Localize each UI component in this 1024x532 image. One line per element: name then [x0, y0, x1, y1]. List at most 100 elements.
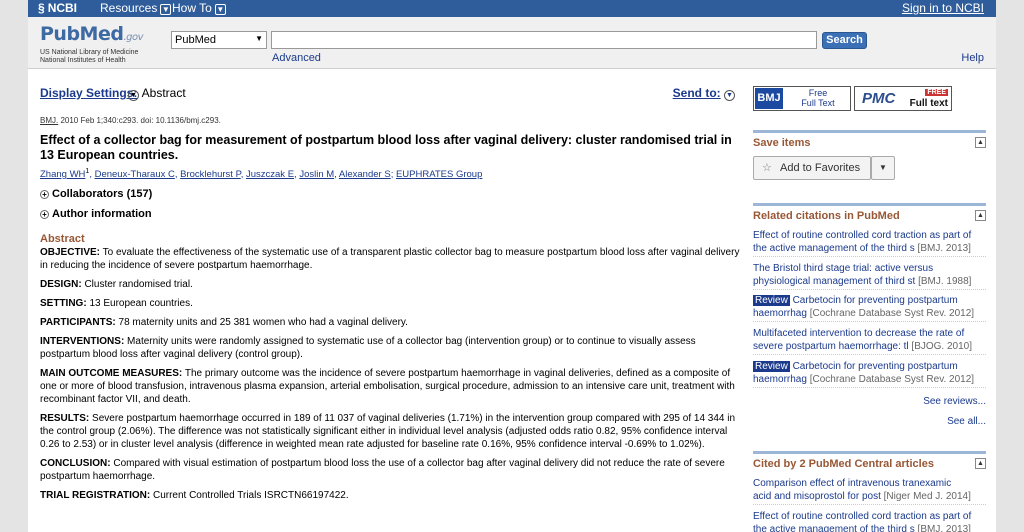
chevron-down-icon: ▼ — [214, 4, 226, 15]
author-link[interactable]: Zhang WH — [40, 169, 85, 180]
add-to-favorites-button[interactable]: ☆ Add to Favorites — [753, 156, 871, 180]
chevron-down-icon: ▼ — [724, 90, 735, 101]
author-affiliation-sup: 1 — [85, 168, 90, 175]
cited-by-header[interactable]: Cited by 2 PubMed Central articles ▲ — [753, 451, 986, 470]
ncbi-top-bar: § NCBI Resources ▼ How To ▼ Sign in to NCBI — [28, 0, 996, 17]
journal-link[interactable]: BMJ. — [40, 116, 58, 125]
abstract-section: MAIN OUTCOME MEASURES: The primary outco… — [40, 367, 745, 406]
plus-icon: + — [40, 210, 49, 219]
bmj-badge-text: Free Full Text — [788, 88, 848, 108]
see-reviews-link[interactable]: See reviews... — [923, 396, 986, 407]
cited-by-item[interactable]: Comparison effect of intravenous tranexa… — [753, 477, 986, 505]
favorites-dropdown-button[interactable]: ▼ — [871, 156, 895, 180]
related-citations-header[interactable]: Related citations in PubMed ▲ — [753, 203, 986, 222]
related-citation-item[interactable]: Effect of routine controlled cord tracti… — [753, 229, 986, 257]
howto-menu[interactable]: How To ▼ — [172, 1, 226, 15]
abstract-section-label: DESIGN: — [40, 279, 82, 290]
nlm-line2: National Institutes of Health — [40, 57, 126, 64]
cited-source: [BMJ. 2013] — [917, 524, 971, 532]
chevron-down-icon: ▼ — [160, 4, 172, 15]
abstract-section: RESULTS: Severe postpartum haemorrhage o… — [40, 412, 745, 451]
author-link[interactable]: Joslin M — [299, 169, 334, 180]
related-citation-item[interactable]: Review Carbetocin for preventing postpar… — [753, 360, 986, 388]
author-info-expander[interactable]: + Author information — [40, 208, 152, 220]
review-badge: Review — [753, 295, 790, 306]
cited-by-item[interactable]: Effect of routine controlled cord tracti… — [753, 510, 986, 532]
abstract-section-text: To evaluate the effectiveness of the sys… — [40, 247, 740, 271]
related-citations-title: Related citations in PubMed — [753, 210, 900, 222]
caret-down-icon: ▼ — [879, 163, 887, 172]
author-list: Zhang WH1, Deneux-Tharaux C, Brocklehurs… — [40, 168, 483, 181]
related-line2: the active management of the third s — [753, 243, 915, 254]
database-value: PubMed — [175, 34, 216, 46]
citation-line: BMJ. 2010 Feb 1;340:c293. doi: 10.1136/b… — [40, 116, 221, 125]
advanced-search-link[interactable]: Advanced — [272, 52, 321, 64]
related-line2: haemorrhag — [753, 374, 807, 385]
abstract-section: SETTING: 13 European countries. — [40, 297, 745, 310]
nlm-line1: US National Library of Medicine — [40, 49, 139, 56]
send-to-menu[interactable]: Send to: ▼ — [673, 86, 735, 101]
abstract-section-text: 13 European countries. — [86, 298, 193, 309]
related-citation-item[interactable]: Multifaceted intervention to decrease th… — [753, 327, 986, 355]
dropdown-arrow-icon: ▼ — [255, 34, 263, 43]
bmj-logo: BMJ — [755, 88, 783, 109]
related-citation-item[interactable]: Review Carbetocin for preventing postpar… — [753, 294, 986, 322]
pubmed-logo-text: PubMed — [40, 23, 124, 45]
pmc-fulltext-label: Full text — [909, 98, 948, 109]
search-input[interactable] — [271, 31, 817, 49]
save-items-header[interactable]: Save items ▲ — [753, 130, 986, 149]
related-source: [BJOG. 2010] — [911, 341, 973, 352]
display-settings-link[interactable]: Display Settings: — [40, 86, 137, 100]
abstract-body: OBJECTIVE: To evaluate the effectiveness… — [40, 246, 745, 508]
pubmed-logo[interactable]: PubMed.gov — [40, 23, 144, 45]
collapse-icon[interactable]: ▲ — [975, 458, 986, 469]
database-select[interactable]: PubMed ▼ — [171, 31, 267, 49]
abstract-section-label: SETTING: — [40, 298, 87, 309]
collapse-icon[interactable]: ▲ — [975, 210, 986, 221]
abstract-section-text: Severe postpartum haemorrhage occurred i… — [40, 413, 736, 450]
sign-in-link[interactable]: Sign in to NCBI — [902, 1, 984, 15]
author-link[interactable]: Brocklehurst P — [180, 169, 241, 180]
cited-line1: Effect of routine controlled cord tracti… — [753, 511, 972, 522]
collapse-icon[interactable]: ▲ — [975, 137, 986, 148]
author-info-label: Author information — [52, 208, 152, 220]
ncbi-logo[interactable]: § NCBI — [38, 1, 77, 15]
howto-label: How To — [172, 1, 212, 15]
cited-source: [Niger Med J. 2014] — [883, 491, 971, 502]
bmj-fulltext-label: Full Text — [801, 98, 835, 108]
related-line2: haemorrhag — [753, 308, 807, 319]
help-link[interactable]: Help — [961, 52, 984, 64]
related-line1: Carbetocin for preventing postpartum — [789, 295, 958, 306]
bmj-full-text-link[interactable]: BMJ Free Full Text — [753, 86, 851, 111]
abstract-section: DESIGN: Cluster randomised trial. — [40, 278, 745, 291]
author-link[interactable]: EUPHRATES Group — [396, 169, 482, 180]
abstract-section: OBJECTIVE: To evaluate the effectiveness… — [40, 246, 745, 272]
abstract-heading: Abstract — [40, 233, 85, 245]
related-line1: Effect of routine controlled cord tracti… — [753, 230, 972, 241]
related-source: [BMJ. 2013] — [917, 243, 971, 254]
see-all-link[interactable]: See all... — [947, 416, 986, 427]
pmc-full-text-link[interactable]: PMC FREE Full text — [854, 86, 952, 111]
collaborators-expander[interactable]: + Collaborators (157) — [40, 188, 152, 200]
abstract-section-label: MAIN OUTCOME MEASURES: — [40, 368, 183, 379]
related-citation-item[interactable]: The Bristol third stage trial: active ve… — [753, 262, 986, 290]
star-icon: ☆ — [762, 162, 772, 174]
abstract-section-label: TRIAL REGISTRATION: — [40, 490, 151, 501]
author-link[interactable]: Deneux-Tharaux C — [95, 169, 175, 180]
related-line2: physiological management of third st — [753, 276, 916, 287]
abstract-section: PARTICIPANTS: 78 maternity units and 25 … — [40, 316, 745, 329]
author-link[interactable]: Alexander S — [339, 169, 391, 180]
resources-menu[interactable]: Resources ▼ — [100, 1, 172, 15]
chevron-down-icon: ▼ — [128, 90, 139, 101]
abstract-section-text: 78 maternity units and 25 381 women who … — [115, 317, 408, 328]
abstract-section: TRIAL REGISTRATION: Current Controlled T… — [40, 489, 745, 502]
abstract-section: CONCLUSION: Compared with visual estimat… — [40, 457, 745, 483]
related-source: [BMJ. 1988] — [918, 276, 972, 287]
author-link[interactable]: Juszczak E — [246, 169, 294, 180]
add-favorites-label: Add to Favorites — [780, 162, 861, 174]
right-gutter — [996, 0, 1024, 532]
resources-label: Resources — [100, 1, 158, 15]
bmj-free-label: Free — [808, 88, 828, 98]
display-settings-value[interactable]: ▼ Abstract — [128, 86, 186, 101]
search-button[interactable]: Search — [822, 32, 867, 49]
